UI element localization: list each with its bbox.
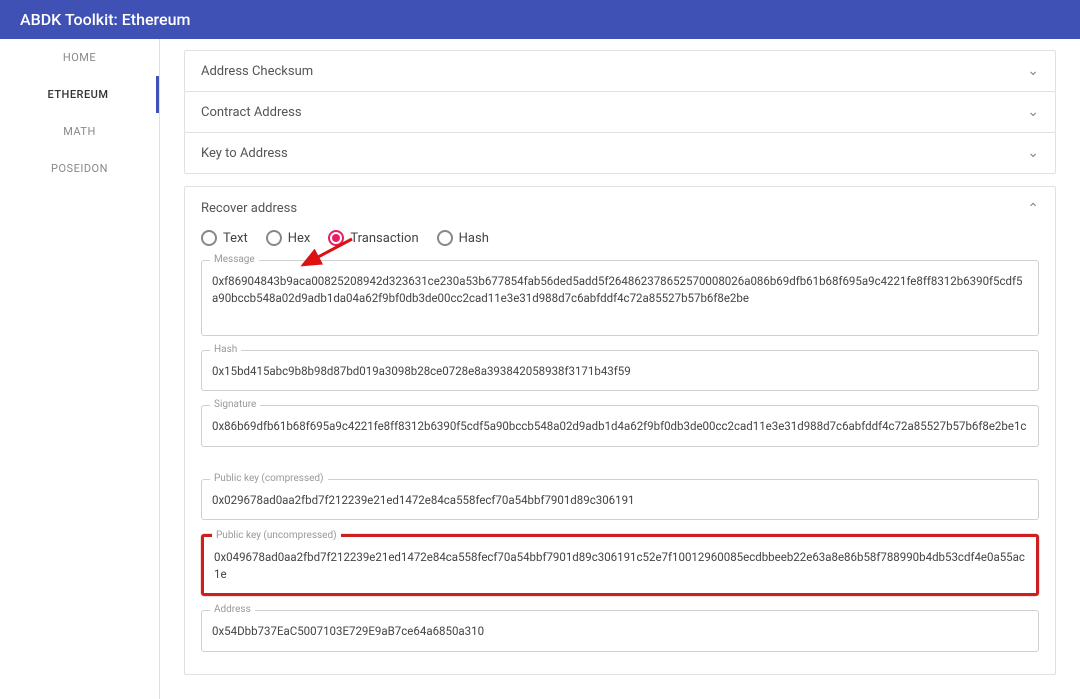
chevron-down-icon: ⌄ [1027, 104, 1039, 120]
field-value: 0x029678ad0aa2fbd7f212239e21ed1472e84ca5… [212, 492, 1028, 509]
field-label: Message [210, 254, 259, 265]
chevron-up-icon[interactable]: ⌃ [1027, 201, 1039, 217]
main-content: Address Checksum ⌄ Contract Address ⌄ Ke… [160, 39, 1080, 699]
field-pubkey-compressed[interactable]: Public key (compressed) 0x029678ad0aa2fb… [201, 479, 1039, 520]
accordion-title: Contract Address [201, 105, 302, 120]
field-value: 0x54Dbb737EaC5007103E729E9aB7ce64a6850a3… [212, 623, 1028, 640]
radio-icon [437, 230, 453, 246]
field-label: Hash [210, 344, 241, 355]
field-hash[interactable]: Hash 0x15bd415abc9b8b98d87bd019a3098b28c… [201, 350, 1039, 391]
sidebar-item-poseidon[interactable]: POSEIDON [0, 150, 159, 187]
field-label: Public key (uncompressed) [212, 530, 341, 541]
radio-hash[interactable]: Hash [437, 230, 489, 246]
radio-hex[interactable]: Hex [266, 230, 311, 246]
panel-recover-address: Recover address ⌃ Text Hex Transaction [184, 186, 1056, 675]
radio-transaction[interactable]: Transaction [328, 230, 418, 246]
radio-text[interactable]: Text [201, 230, 248, 246]
sidebar-item-home[interactable]: HOME [0, 39, 159, 76]
panel-title: Recover address [201, 201, 1039, 216]
layout: HOME ETHEREUM MATH POSEIDON Address Chec… [0, 39, 1080, 699]
accordion-title: Address Checksum [201, 64, 313, 79]
accordion-address-checksum[interactable]: Address Checksum ⌄ [184, 50, 1056, 92]
field-value: 0xf86904843b9aca00825208942d323631ce230a… [212, 273, 1028, 325]
app-title: ABDK Toolkit: Ethereum [20, 10, 190, 29]
field-value: 0x049678ad0aa2fbd7f212239e21ed1472e84ca5… [214, 549, 1026, 584]
field-value: 0x86b69dfb61b68f695a9c4221fe8ff8312b6390… [212, 418, 1028, 435]
field-address[interactable]: Address 0x54Dbb737EaC5007103E729E9aB7ce6… [201, 610, 1039, 651]
field-pubkey-uncompressed[interactable]: Public key (uncompressed) 0x049678ad0aa2… [201, 534, 1039, 597]
field-signature[interactable]: Signature 0x86b69dfb61b68f695a9c4221fe8f… [201, 405, 1039, 446]
field-label: Address [210, 604, 255, 615]
field-label: Public key (compressed) [210, 473, 328, 484]
radio-icon [328, 230, 344, 246]
radio-icon [201, 230, 217, 246]
app-header: ABDK Toolkit: Ethereum [0, 0, 1080, 39]
sidebar-item-ethereum[interactable]: ETHEREUM [0, 76, 159, 113]
radio-group-mode: Text Hex Transaction Hash [201, 230, 1039, 246]
radio-icon [266, 230, 282, 246]
accordion-key-to-address[interactable]: Key to Address ⌄ [184, 132, 1056, 174]
sidebar: HOME ETHEREUM MATH POSEIDON [0, 39, 160, 699]
chevron-down-icon: ⌄ [1027, 63, 1039, 79]
accordion-contract-address[interactable]: Contract Address ⌄ [184, 91, 1056, 133]
field-label: Signature [210, 399, 260, 410]
field-value: 0x15bd415abc9b8b98d87bd019a3098b28ce0728… [212, 363, 1028, 380]
field-message[interactable]: Message 0xf86904843b9aca00825208942d3236… [201, 260, 1039, 336]
chevron-down-icon: ⌄ [1027, 145, 1039, 161]
accordion-title: Key to Address [201, 146, 288, 161]
sidebar-item-math[interactable]: MATH [0, 113, 159, 150]
